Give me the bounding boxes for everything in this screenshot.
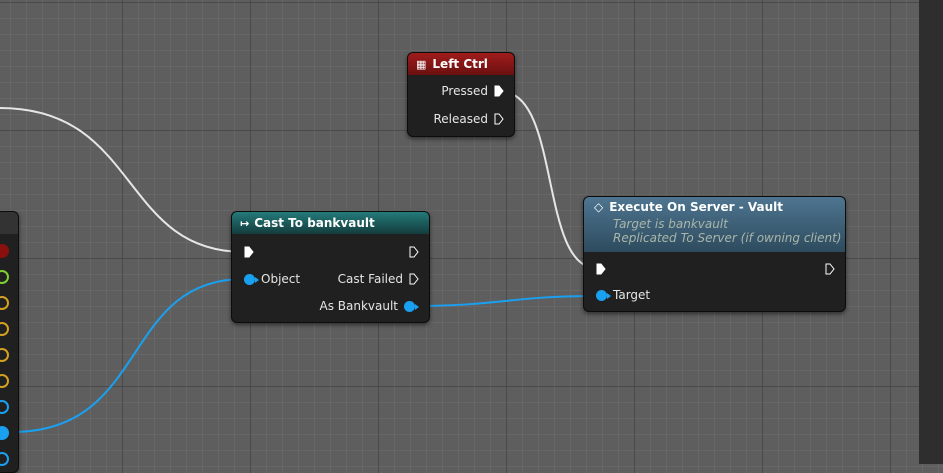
pressed-pin[interactable]: Pressed (441, 84, 504, 98)
target-label: Target (613, 288, 651, 302)
released-label: Released (433, 112, 488, 126)
pin-yellow[interactable] (0, 296, 9, 310)
execute-header: ◇ Execute On Server - Vault Target is ba… (584, 197, 845, 252)
object-pin-icon (404, 300, 419, 312)
cast-failed-pin[interactable]: Cast Failed (338, 272, 419, 286)
subtitle-replicated: Replicated To Server (if owning client) (613, 231, 842, 245)
execute-title: Execute On Server - Vault (609, 200, 783, 214)
pin-yellow[interactable] (0, 348, 9, 362)
exec-out-pin[interactable] (409, 246, 419, 258)
function-icon: ◇ (594, 200, 604, 214)
offscreen-node-header (0, 212, 18, 234)
offscreen-node[interactable] (0, 211, 19, 473)
target-pin[interactable]: Target (596, 288, 650, 302)
exec-pin-icon (494, 85, 504, 97)
exec-wire-pressed-to-execute (501, 91, 597, 269)
object-pin[interactable]: Object (244, 272, 300, 286)
cast-failed-label: Cast Failed (337, 272, 403, 286)
as-bankvault-pin[interactable]: As Bankvault (319, 299, 419, 313)
pressed-label: Pressed (441, 84, 488, 98)
pin-blue-connected[interactable] (0, 426, 9, 440)
subtitle-target: Target is bankvault (613, 217, 728, 231)
object-wire-cast-to-target (413, 295, 597, 307)
exec-pin-icon (409, 273, 419, 285)
exec-in-pin[interactable] (244, 246, 254, 258)
pin-blue[interactable] (0, 400, 9, 414)
as-bankvault-label: As Bankvault (319, 299, 398, 313)
exec-in-pin[interactable] (596, 263, 606, 275)
pin-yellow[interactable] (0, 322, 9, 336)
exec-pin-icon (494, 113, 504, 125)
pin-green[interactable] (0, 270, 9, 284)
left-ctrl-title: Left Ctrl (432, 57, 488, 71)
exec-out-pin[interactable] (825, 263, 835, 275)
cast-header: ↦ Cast To bankvault (232, 212, 429, 234)
left-ctrl-header: ▦ Left Ctrl (408, 53, 514, 75)
object-pin-icon (596, 289, 611, 301)
execute-on-server-node[interactable]: ◇ Execute On Server - Vault Target is ba… (583, 196, 846, 312)
cast-node[interactable]: ↦ Cast To bankvault Object Cast Failed A… (231, 211, 430, 323)
object-pin-icon (244, 273, 259, 285)
keyboard-icon: ▦ (416, 57, 427, 71)
cast-title: Cast To bankvault (254, 216, 375, 230)
pin-yellow[interactable] (0, 374, 9, 388)
released-pin[interactable]: Released (433, 112, 504, 126)
object-wire-left-to-cast (11, 278, 245, 433)
exec-wire-left-to-cast (0, 107, 245, 253)
pin-red[interactable] (0, 244, 9, 258)
object-label: Object (261, 272, 301, 286)
cast-arrow-icon: ↦ (240, 216, 250, 230)
left-ctrl-node[interactable]: ▦ Left Ctrl Pressed Released (407, 52, 515, 137)
